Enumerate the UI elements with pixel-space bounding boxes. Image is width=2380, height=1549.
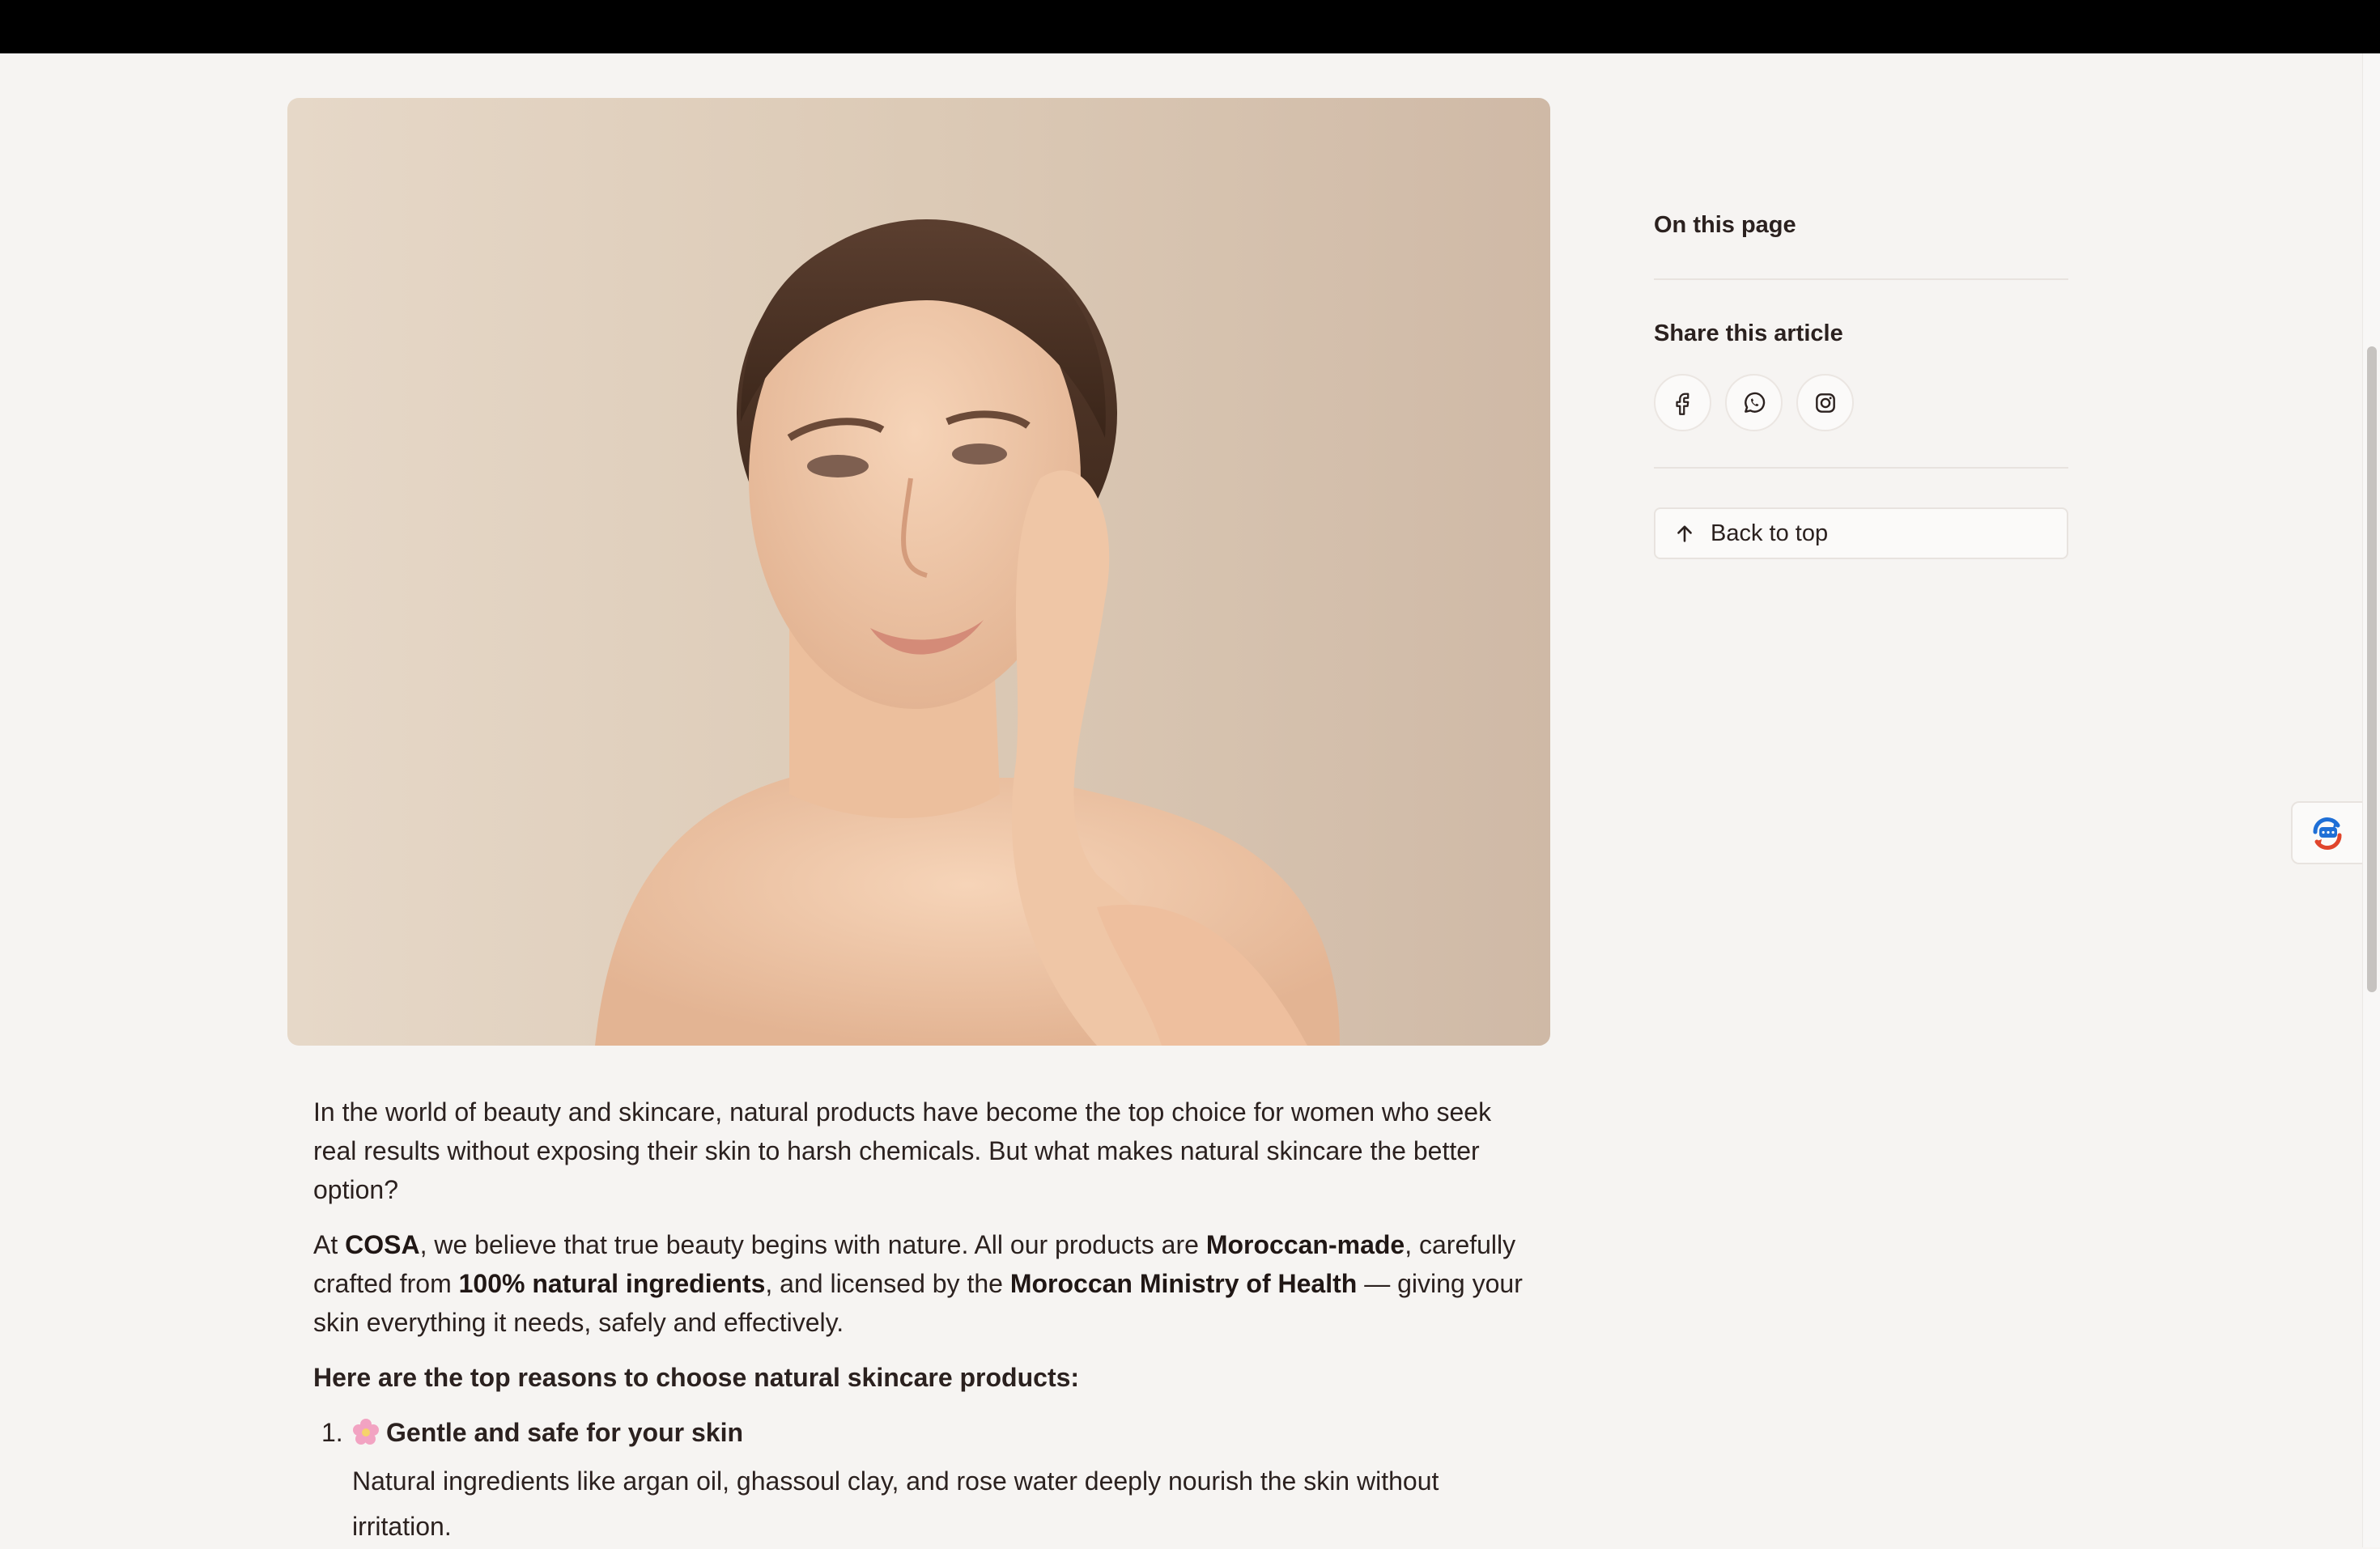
chat-widget-button[interactable] — [2291, 801, 2362, 864]
flower-icon — [353, 1419, 379, 1445]
share-buttons — [1654, 374, 2068, 431]
list-item-title: Gentle and safe for your skin — [386, 1418, 743, 1447]
whatsapp-icon — [1744, 392, 1765, 413]
woman-portrait-illustration — [595, 219, 1340, 1046]
reasons-heading: Here are the top reasons to choose natur… — [313, 1363, 1080, 1392]
article-sidebar: On this page Share this article Back to … — [1654, 202, 2068, 559]
instagram-icon — [1815, 393, 1835, 413]
scrollbar-thumb[interactable] — [2367, 346, 2377, 992]
list-item: 1. Gentle and safe for your skin Natural… — [313, 1413, 1536, 1549]
browser-top-bar — [0, 0, 2380, 53]
share-facebook-button[interactable] — [1654, 374, 1711, 431]
share-instagram-button[interactable] — [1796, 374, 1854, 431]
sidebar-divider — [1654, 467, 2068, 469]
chat-refresh-icon — [2313, 817, 2342, 851]
page-scrollbar[interactable] — [2362, 53, 2380, 1547]
list-number: 1. — [321, 1418, 343, 1447]
list-item-body: Natural ingredients like argan oil, ghas… — [352, 1466, 1439, 1541]
share-title: Share this article — [1654, 320, 1843, 346]
brand-paragraph-text: , we believe that true beauty begins wit… — [419, 1230, 1206, 1259]
sidebar-divider — [1654, 278, 2068, 280]
highlight-natural-ingredients: 100% natural ingredients — [458, 1269, 766, 1298]
brand-paragraph-text: , and licensed by the — [765, 1269, 1010, 1298]
back-to-top-label: Back to top — [1711, 520, 1829, 546]
brand-paragraph-text: At — [313, 1230, 346, 1259]
on-this-page-title: On this page — [1654, 212, 1796, 238]
share-whatsapp-button[interactable] — [1725, 374, 1783, 431]
article-body: In the world of beauty and skincare, nat… — [313, 1093, 1536, 1549]
highlight-moroccan-made: Moroccan-made — [1205, 1230, 1405, 1259]
brand-paragraph: At COSA, we believe that true beauty beg… — [313, 1225, 1536, 1342]
facebook-icon — [1675, 393, 1689, 415]
intro-paragraph: In the world of beauty and skincare, nat… — [313, 1097, 1492, 1204]
highlight-ministry-of-health: Moroccan Ministry of Health — [1009, 1269, 1358, 1298]
hero-image — [287, 98, 1550, 1046]
list-item-title-row: Gentle and safe for your skin — [352, 1413, 1536, 1452]
brand-name: COSA — [345, 1230, 420, 1259]
arrow-up-icon — [1677, 525, 1692, 542]
back-to-top-button[interactable]: Back to top — [1654, 507, 2068, 559]
